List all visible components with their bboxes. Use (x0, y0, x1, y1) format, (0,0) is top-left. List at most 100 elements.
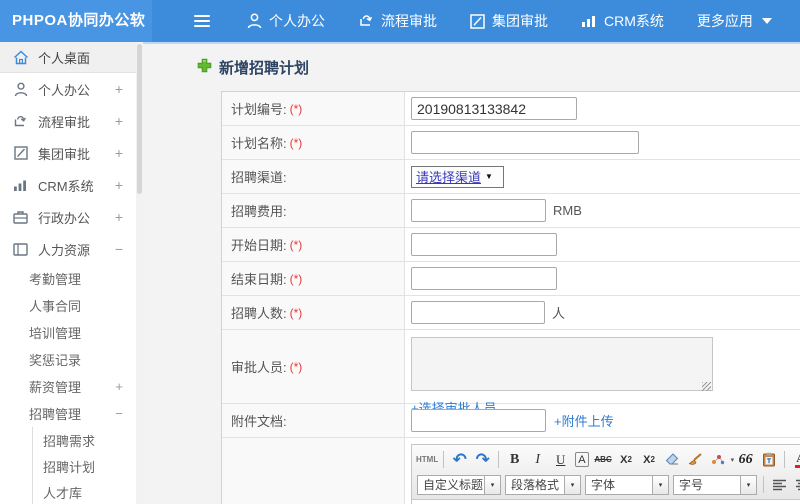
nav-crm-system[interactable]: CRM系统 (581, 11, 664, 31)
font-family-select[interactable]: 字体 ▾ (585, 474, 669, 495)
field-label: 结束日期: (231, 272, 287, 287)
italic-button[interactable]: I (527, 449, 548, 470)
sidebar-item-workflow-approval[interactable]: 流程审批 + (0, 105, 136, 137)
subscript-button[interactable]: X2 (639, 449, 660, 470)
nav-personal-office[interactable]: 个人办公 (247, 11, 325, 31)
resize-grip[interactable] (702, 382, 711, 391)
expand-plus-icon[interactable]: + (115, 113, 123, 129)
sidebar-item-hr[interactable]: 人力资源 − (0, 233, 136, 265)
dropdown-caret-icon[interactable]: ▾ (741, 474, 757, 495)
redo-button[interactable]: ↷ (472, 449, 493, 470)
sidebar: 个人桌面 个人办公 + 流程审批 + 集团审批 + CRM系统 + 行政办公 +… (0, 42, 136, 504)
expand-plus-icon[interactable]: + (115, 177, 123, 193)
end-date-input[interactable] (411, 267, 557, 290)
attachment-input[interactable] (411, 409, 546, 432)
format-brush-icon[interactable] (685, 449, 706, 470)
required-mark: (*) (289, 271, 303, 286)
sidebar-item-training[interactable]: 培训管理 (0, 319, 136, 346)
briefcase-icon (12, 210, 29, 224)
field-label: 招聘人数: (231, 306, 287, 321)
hamburger-menu-icon[interactable] (194, 15, 214, 27)
font-color-button[interactable]: A (790, 449, 800, 470)
nav-more-apps[interactable]: 更多应用 (697, 11, 772, 31)
dropdown-caret-icon[interactable]: ▾ (565, 474, 581, 495)
eraser-icon[interactable] (662, 449, 683, 470)
strikethrough-button[interactable]: ABC (593, 449, 614, 470)
field-label: 计划名称: (231, 136, 287, 151)
required-mark: (*) (289, 359, 303, 374)
autoformat-button[interactable]: A (575, 452, 589, 467)
start-date-input[interactable] (411, 233, 557, 256)
dropdown-caret-icon[interactable]: ▾ (731, 456, 735, 464)
fee-input[interactable] (411, 199, 546, 222)
recruit-submenu: 招聘需求 招聘计划 人才库 (32, 427, 136, 504)
sidebar-item-rewards[interactable]: 奖惩记录 (0, 346, 136, 373)
expand-plus-icon[interactable]: + (115, 145, 123, 161)
sidebar-item-attendance[interactable]: 考勤管理 (0, 265, 136, 292)
underline-button[interactable]: U (550, 449, 571, 470)
field-label: 开始日期: (231, 238, 287, 253)
chevron-down-icon (761, 18, 772, 24)
sidebar-item-recruit-demand[interactable]: 招聘需求 (33, 427, 136, 453)
sidebar-item-crm[interactable]: CRM系统 + (0, 169, 136, 201)
flow-arrow-icon (12, 114, 29, 129)
dropdown-caret-icon[interactable]: ▾ (653, 474, 669, 495)
book-icon (12, 242, 29, 256)
form-row-plan-no: 计划编号: (*) (222, 92, 800, 126)
paragraph-format-select[interactable]: 段落格式 ▾ (505, 474, 581, 495)
sidebar-item-salary[interactable]: 薪资管理 + (0, 373, 136, 400)
plus-icon (197, 58, 212, 77)
form-row-approver: 审批人员:(*) +选择审批人员 (222, 330, 800, 416)
required-mark: (*) (289, 135, 303, 150)
field-label: 审批人员: (231, 360, 287, 375)
paste-text-icon[interactable] (758, 449, 779, 470)
flow-arrow-icon (358, 13, 374, 29)
sidebar-item-recruit-mgmt[interactable]: 招聘管理 − (0, 400, 136, 427)
sidebar-scrollbar[interactable] (136, 42, 143, 504)
superscript-button[interactable]: X2 (616, 449, 637, 470)
bar-chart-icon (581, 14, 597, 28)
edit-icon (470, 13, 485, 29)
unit-suffix: 人 (552, 306, 566, 321)
approver-textarea[interactable] (411, 337, 713, 391)
expand-plus-icon[interactable]: + (115, 379, 123, 394)
field-label: 附件文档: (231, 414, 287, 429)
custom-title-select[interactable]: 自定义标题 ▾ (417, 474, 501, 495)
blockquote-button[interactable]: 66 (735, 449, 756, 470)
nav-group-approval[interactable]: 集团审批 (470, 11, 548, 31)
sidebar-item-admin-office[interactable]: 行政办公 + (0, 201, 136, 233)
recruit-plan-form: 计划编号:(*) 计划名称:(*) 招聘渠道: 请选择渠道 招聘费用: (221, 91, 800, 504)
font-size-select[interactable]: 字号 ▾ (673, 474, 757, 495)
headcount-input[interactable] (411, 301, 545, 324)
form-row-headcount: 招聘人数: (*) 人 (222, 296, 800, 330)
align-left-icon[interactable] (769, 474, 790, 495)
expand-plus-icon[interactable]: + (115, 209, 123, 225)
upload-attachment-link[interactable]: +附件上传 (554, 411, 614, 430)
expand-plus-icon[interactable]: + (115, 81, 123, 97)
editor-toolbar: HTML ↶ ↷ B I U A ABC X2 X 2 ▾ 66 自定义标题 ▾… (412, 445, 800, 500)
source-code-button[interactable]: HTML (416, 449, 438, 470)
align-center-icon[interactable] (792, 474, 800, 495)
plan-no-input[interactable] (411, 97, 577, 120)
sidebar-item-group-approval[interactable]: 集团审批 + (0, 137, 136, 169)
auto-typeset-icon[interactable] (708, 449, 729, 470)
required-mark: (*) (289, 237, 303, 252)
page-title: 新增招聘计划 (197, 57, 800, 78)
dropdown-caret-icon[interactable]: ▾ (485, 474, 501, 495)
bold-button[interactable]: B (504, 449, 525, 470)
sidebar-item-talent-pool[interactable]: 人才库 (33, 479, 136, 504)
collapse-minus-icon[interactable]: − (115, 406, 123, 421)
nav-workflow-approval[interactable]: 流程审批 (358, 11, 437, 31)
sidebar-item-recruit-plan[interactable]: 招聘计划 (33, 453, 136, 479)
form-row-fee: 招聘费用: RMB (222, 194, 800, 228)
sidebar-item-hr-contract[interactable]: 人事合同 (0, 292, 136, 319)
editor-content-area[interactable] (412, 500, 800, 504)
channel-select[interactable]: 请选择渠道 (411, 165, 504, 188)
sidebar-item-desktop[interactable]: 个人桌面 (0, 42, 136, 73)
sidebar-item-personal-office[interactable]: 个人办公 + (0, 73, 136, 105)
top-navbar: PHPOA协同办公软件 个人办公 流程审批 集团审批 CRM系统 更多应用 (0, 0, 800, 71)
undo-button[interactable]: ↶ (449, 449, 470, 470)
plan-name-input[interactable] (411, 131, 639, 154)
collapse-minus-icon[interactable]: − (115, 241, 123, 257)
required-mark: (*) (289, 101, 303, 116)
